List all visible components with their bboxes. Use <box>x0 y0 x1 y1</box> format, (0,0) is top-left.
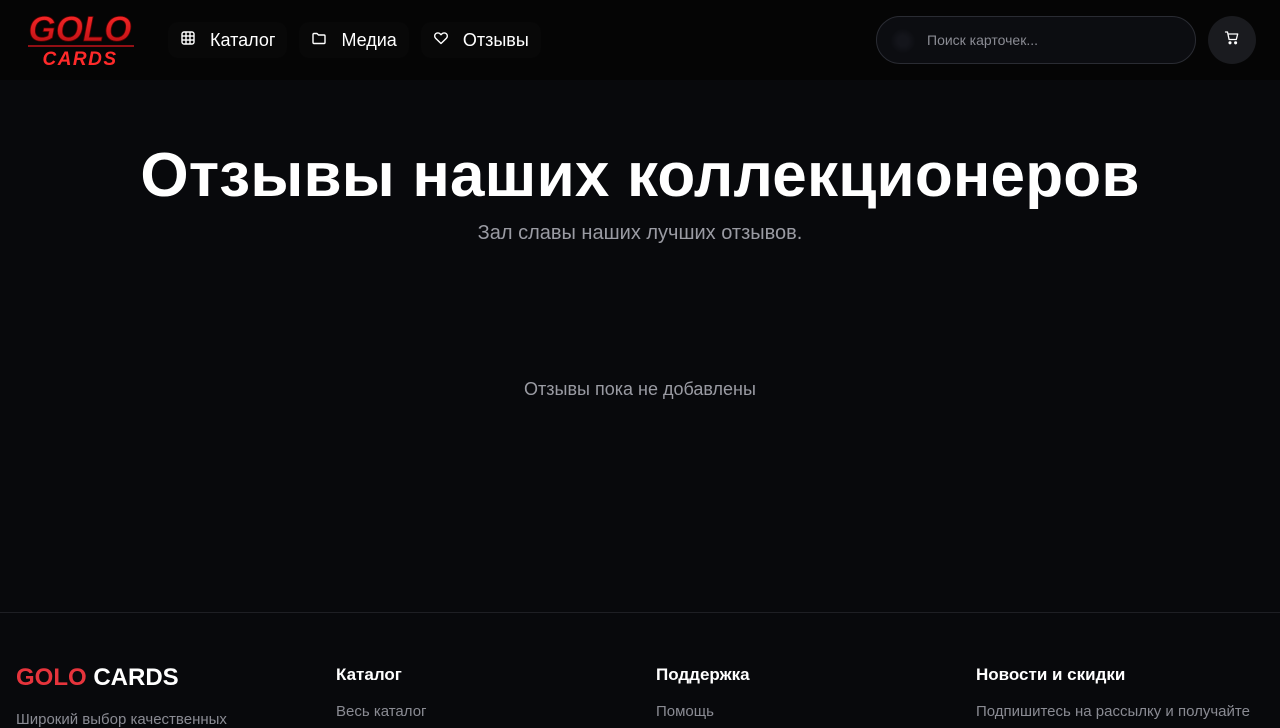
footer-brand-white: CARDS <box>93 664 179 691</box>
footer-col-support: Поддержка Помощь <box>656 665 750 720</box>
heart-icon <box>433 30 449 51</box>
search-icon <box>891 29 915 53</box>
site-header: GOLO CARDS Каталог Медиа Отзывы Поиск ка… <box>0 0 1280 80</box>
search-box <box>876 16 1196 64</box>
cart-icon <box>1224 30 1240 51</box>
nav-item-label: Отзывы <box>462 29 529 50</box>
footer-brand: GOLO CARDS <box>16 664 179 692</box>
footer-newsletter-text: Подпишитесь на рассылку и получайте <box>976 703 1250 720</box>
page-subtitle: Зал славы наших лучших отзывов. <box>477 222 803 244</box>
footer-link-all-catalog[interactable]: Весь каталог <box>336 703 427 720</box>
footer-col-title: Каталог <box>336 665 402 684</box>
nav-item-label: Медиа <box>341 29 397 50</box>
folder-icon <box>311 30 327 51</box>
site-logo[interactable]: GOLO CARDS <box>20 10 140 70</box>
footer-col-title: Новости и скидки <box>976 665 1126 684</box>
footer-col-news: Новости и скидки Подпишитесь на рассылку… <box>976 665 1250 720</box>
page-title: Отзывы наших коллекционеров <box>140 141 1140 210</box>
main-nav: Каталог Медиа Отзывы <box>168 22 541 58</box>
nav-item-reviews[interactable]: Отзывы <box>420 22 541 58</box>
svg-text:CARDS: CARDS <box>42 49 117 70</box>
footer-brand-red: GOLO <box>16 664 87 691</box>
golo-cards-logo: GOLO CARDS <box>28 10 134 70</box>
footer-link-help[interactable]: Помощь <box>656 703 714 720</box>
footer-col-catalog: Каталог Весь каталог <box>336 665 427 720</box>
footer-col-title: Поддержка <box>656 665 750 684</box>
grid-icon <box>180 30 196 51</box>
nav-item-media[interactable]: Медиа <box>299 22 409 58</box>
empty-reviews-message: Отзывы пока не добавлены <box>524 379 756 399</box>
svg-text:GOLO: GOLO <box>28 10 131 49</box>
nav-item-catalog[interactable]: Каталог <box>168 22 288 58</box>
search-input[interactable] <box>925 17 1185 63</box>
cart-button[interactable] <box>1208 16 1256 64</box>
site-footer: GOLO CARDS Широкий выбор качественных Ка… <box>0 612 1280 728</box>
nav-item-label: Каталог <box>210 29 276 50</box>
